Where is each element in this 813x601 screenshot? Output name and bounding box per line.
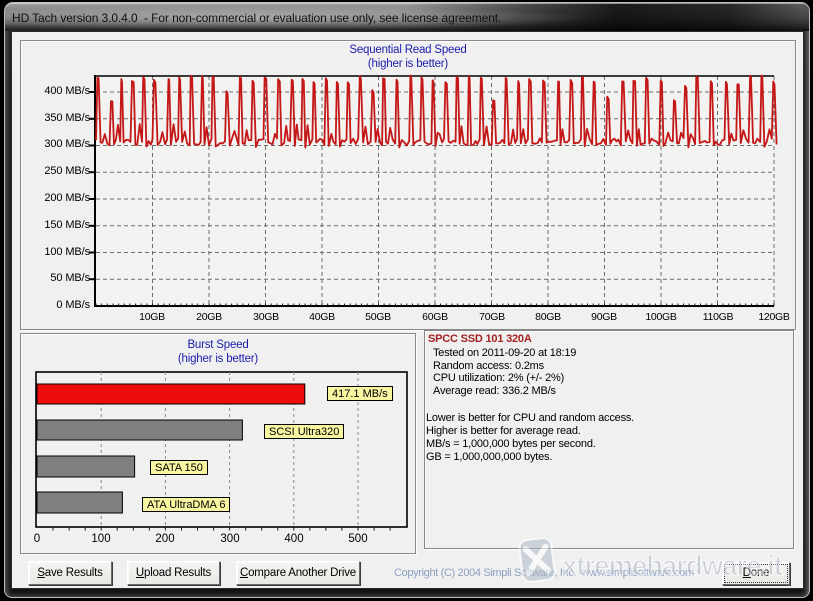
svg-text:xtremehardware.it: xtremehardware.it (562, 550, 783, 581)
